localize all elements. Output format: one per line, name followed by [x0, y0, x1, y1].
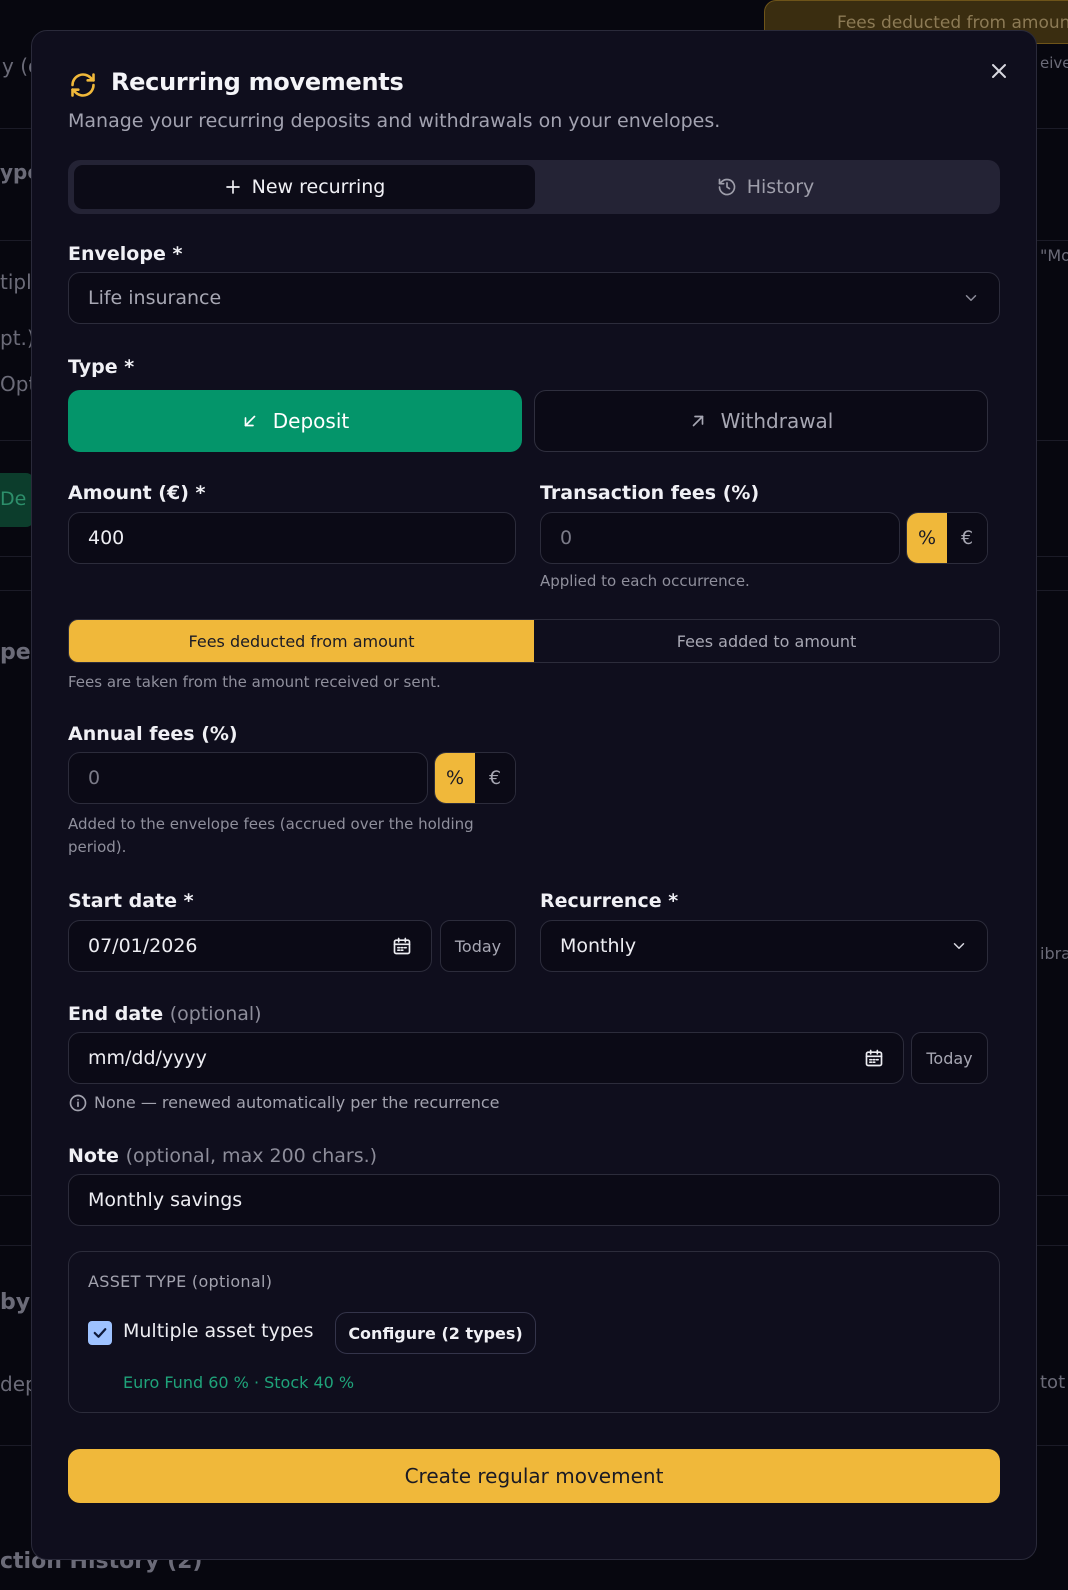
start-date-today-button[interactable]: Today: [440, 920, 516, 972]
end-date-label: End date (optional): [68, 1003, 262, 1025]
background-text: pt.): [0, 326, 35, 350]
asset-allocation-summary: Euro Fund 60 % · Stock 40 %: [123, 1373, 355, 1392]
fee-mode-help: Fees are taken from the amount received …: [68, 673, 441, 691]
amount-value: 400: [88, 527, 125, 549]
end-date-help-text: None — renewed automatically per the rec…: [94, 1093, 500, 1112]
end-date-help: None — renewed automatically per the rec…: [68, 1091, 499, 1114]
tab-label: New recurring: [251, 176, 386, 198]
end-date-input[interactable]: mm/dd/yyyy: [68, 1032, 904, 1084]
end-date-placeholder: mm/dd/yyyy: [88, 1047, 207, 1069]
transaction-fees-label: Transaction fees (%): [540, 482, 760, 504]
fees-added-option[interactable]: Fees added to amount: [534, 620, 999, 662]
percent-unit-button[interactable]: %: [907, 513, 947, 563]
fees-deducted-option[interactable]: Fees deducted from amount: [69, 620, 534, 662]
optional-hint: (optional): [169, 1003, 262, 1025]
optional-hint: (optional, max 200 chars.): [125, 1145, 378, 1167]
modal-subtitle: Manage your recurring deposits and withd…: [68, 110, 721, 132]
euro-unit-button[interactable]: €: [947, 513, 987, 563]
recurrence-value: Monthly: [560, 935, 637, 957]
mode-tabs: New recurring History: [68, 160, 1000, 214]
tab-new-recurring[interactable]: New recurring: [74, 165, 535, 209]
calendar-icon[interactable]: [864, 1048, 884, 1068]
note-label: Note (optional, max 200 chars.): [68, 1145, 377, 1167]
create-regular-movement-button[interactable]: Create regular movement: [68, 1449, 1000, 1503]
multiple-asset-types-label[interactable]: Multiple asset types: [123, 1320, 313, 1342]
recurrence-label: Recurrence *: [540, 890, 679, 912]
end-date-label-text: End date: [68, 1003, 164, 1025]
recurring-movements-modal: Recurring movements Manage your recurrin…: [31, 30, 1037, 1560]
withdrawal-button[interactable]: Withdrawal: [534, 390, 988, 452]
end-date-today-button[interactable]: Today: [911, 1032, 988, 1084]
refresh-icon: [71, 73, 95, 97]
background-text: by: [0, 1290, 31, 1315]
amount-input[interactable]: 400: [68, 512, 516, 564]
background-deposit-chip: De: [0, 473, 34, 527]
background-text: pe: [0, 640, 31, 665]
recurrence-select[interactable]: Monthly: [540, 920, 988, 972]
multiple-asset-types-checkbox[interactable]: [88, 1321, 112, 1345]
note-label-text: Note: [68, 1145, 119, 1167]
plus-icon: [225, 180, 240, 194]
annual-fees-input[interactable]: 0: [68, 752, 428, 804]
annual-fees-label: Annual fees (%): [68, 723, 238, 745]
note-input[interactable]: Monthly savings: [68, 1174, 1000, 1226]
history-icon: [718, 178, 735, 196]
arrow-down-left-icon: [244, 415, 256, 427]
info-icon: [69, 1094, 87, 1111]
configure-asset-types-button[interactable]: Configure (2 types): [335, 1312, 536, 1354]
background-text: tot: [1040, 1372, 1066, 1393]
annual-fees-help: period).: [68, 838, 127, 856]
chevron-down-icon: [953, 943, 965, 949]
type-label: Type *: [68, 356, 135, 378]
percent-unit-button[interactable]: %: [435, 753, 475, 803]
envelope-label: Envelope *: [68, 243, 183, 265]
envelope-select[interactable]: Life insurance: [68, 272, 1000, 324]
asset-type-section: ASSET TYPE (optional) Multiple asset typ…: [68, 1251, 1000, 1413]
amount-label: Amount (€) *: [68, 482, 206, 504]
note-value: Monthly savings: [88, 1189, 243, 1211]
withdrawal-label: Withdrawal: [720, 409, 834, 433]
background-text: ibra: [1040, 944, 1068, 963]
transaction-fees-unit-toggle: % €: [906, 512, 988, 564]
annual-fees-help: Added to the envelope fees (accrued over…: [68, 815, 474, 833]
deposit-button[interactable]: Deposit: [68, 390, 522, 452]
start-date-input[interactable]: 07/01/2026: [68, 920, 432, 972]
modal-title: Recurring movements: [111, 68, 404, 96]
annual-fees-placeholder: 0: [88, 767, 101, 789]
transaction-fees-placeholder: 0: [560, 527, 573, 549]
asset-type-heading-text: ASSET TYPE: [88, 1272, 187, 1291]
tab-label: History: [746, 176, 815, 198]
chevron-down-icon: [965, 295, 977, 301]
close-icon[interactable]: [987, 59, 1011, 83]
start-date-value: 07/01/2026: [88, 935, 198, 957]
start-date-label: Start date *: [68, 890, 194, 912]
check-icon: [93, 1328, 107, 1338]
transaction-fees-help: Applied to each occurrence.: [540, 572, 750, 590]
envelope-value: Life insurance: [88, 287, 222, 309]
euro-unit-button[interactable]: €: [475, 753, 515, 803]
background-text: "Mo: [1040, 246, 1068, 265]
asset-type-heading: ASSET TYPE (optional): [88, 1272, 272, 1291]
tab-history[interactable]: History: [535, 165, 996, 209]
deposit-label: Deposit: [272, 409, 350, 433]
calendar-icon[interactable]: [392, 936, 412, 956]
transaction-fees-input[interactable]: 0: [540, 512, 900, 564]
arrow-up-right-icon: [692, 415, 703, 427]
annual-fees-unit-toggle: % €: [434, 752, 516, 804]
background-text: eive: [1040, 54, 1068, 72]
optional-hint: (optional): [191, 1272, 273, 1291]
fee-mode-toggle: Fees deducted from amount Fees added to …: [68, 619, 1000, 663]
